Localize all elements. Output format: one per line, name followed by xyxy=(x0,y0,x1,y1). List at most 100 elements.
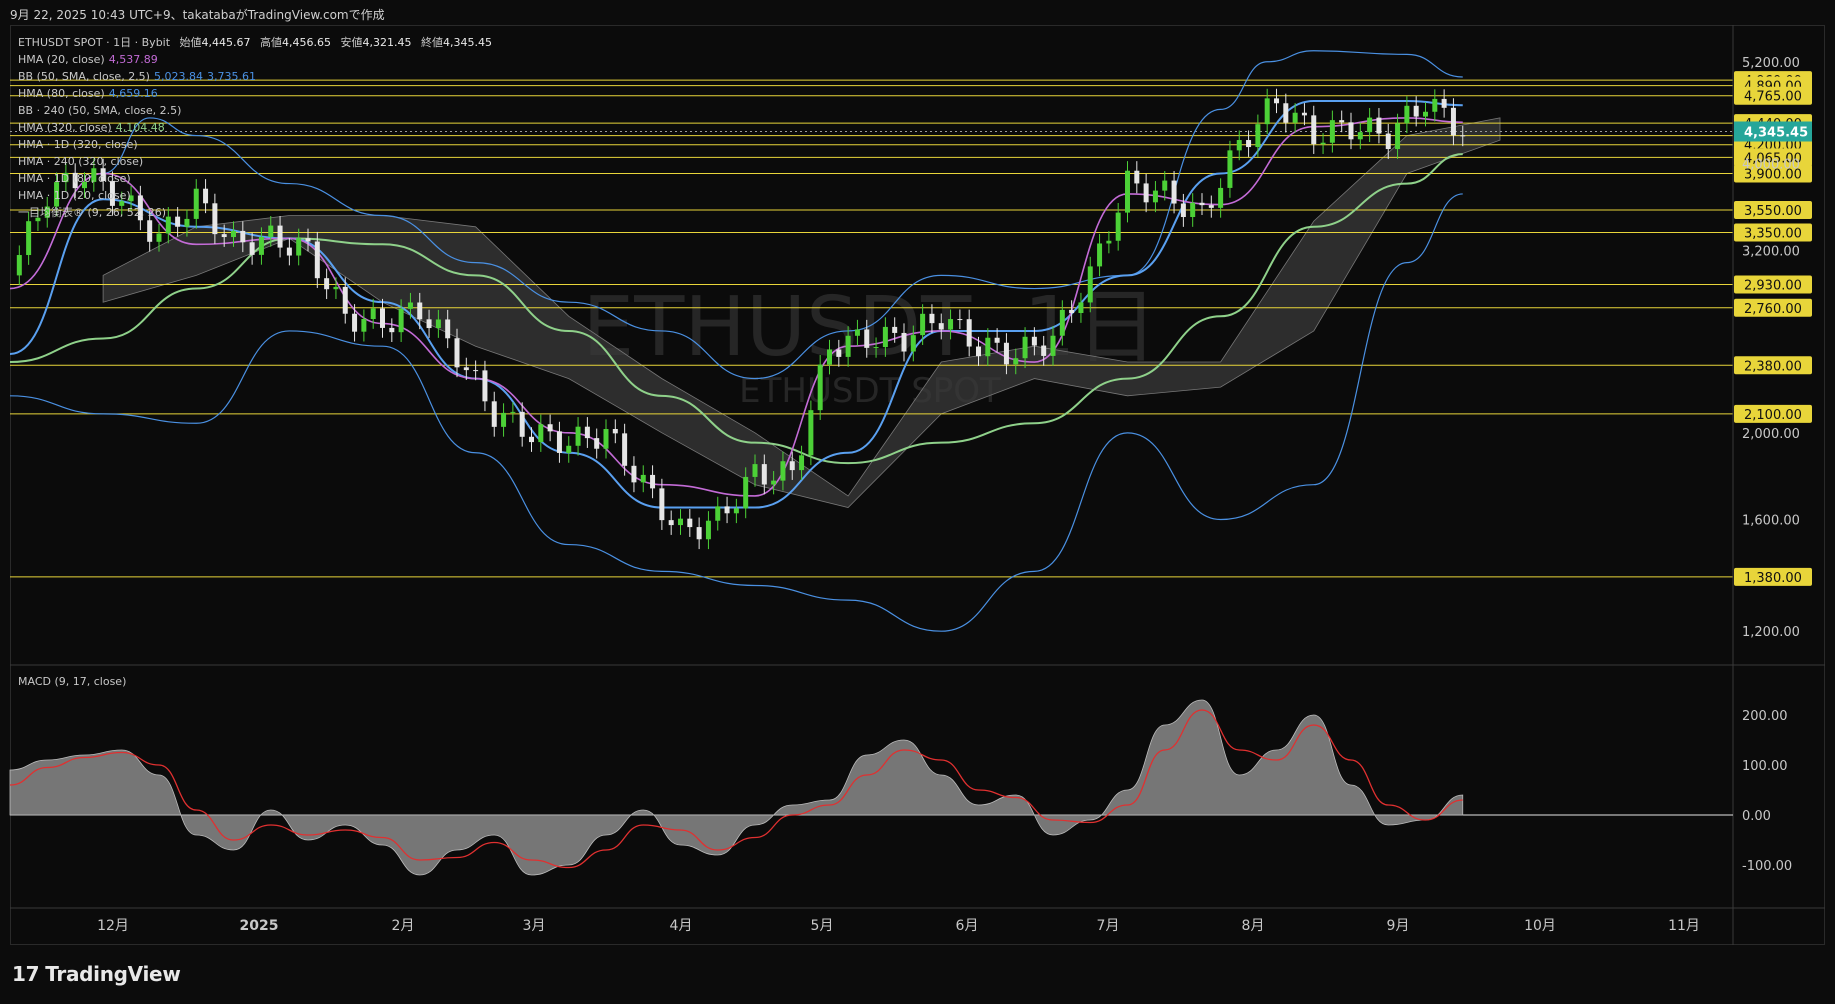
candle-body xyxy=(1078,302,1084,314)
candle-body xyxy=(622,433,628,466)
legend: ETHUSDT SPOT · 1日 · Bybit 始値4,445.67 高値4… xyxy=(18,34,492,221)
candle-body xyxy=(1460,135,1466,137)
candle-body xyxy=(361,319,367,332)
candle-body xyxy=(1441,98,1447,108)
candle-body xyxy=(705,520,711,540)
candle-body xyxy=(1329,120,1335,143)
candle-body xyxy=(1311,115,1317,145)
candle-body xyxy=(445,319,451,339)
candle-body xyxy=(901,332,907,352)
legend-indicator-name: HMA (20, close) xyxy=(18,53,105,66)
price-tick-label: 3,200.00 xyxy=(1742,244,1800,259)
candle-body xyxy=(640,474,646,483)
macd-area xyxy=(9,699,1464,876)
candle-body xyxy=(529,436,534,443)
legend-indicator-row[interactable]: HMA (320, close) 4,104.48 xyxy=(18,119,492,136)
candle-body xyxy=(538,424,544,443)
candle-body xyxy=(1069,309,1075,314)
level-label: 1,380.00 xyxy=(1744,571,1802,586)
candle-body xyxy=(510,411,516,413)
legend-indicator-row[interactable]: HMA · 1D (80, close) xyxy=(18,170,492,187)
candle-body xyxy=(780,461,786,481)
time-tick-label: 11月 xyxy=(1668,918,1700,934)
legend-indicator-row[interactable]: BB (50, SMA, close, 2.5) 5,023.84 3,735.61 xyxy=(18,68,492,85)
candle-body xyxy=(1376,117,1382,134)
candle-body xyxy=(240,230,246,243)
candle-body xyxy=(1171,180,1177,204)
legend-indicator-row[interactable]: 一目均衡表® (9, 26, 52, 26) xyxy=(18,204,492,221)
macd-tick-label: 200.00 xyxy=(1742,709,1788,724)
logo-text: TradingView xyxy=(45,962,181,986)
candle-body xyxy=(948,319,954,330)
candle-body xyxy=(920,313,926,336)
legend-indicator-name: HMA (80, close) xyxy=(18,87,105,100)
candle-body xyxy=(296,238,302,256)
candle-body xyxy=(1125,170,1130,213)
legend-ohlc-label: 高値 xyxy=(256,36,283,49)
candle-body xyxy=(882,326,888,348)
candle-body xyxy=(519,411,525,437)
level-label: 3,550.00 xyxy=(1744,204,1802,219)
candle-body xyxy=(827,349,832,365)
candle-body xyxy=(1199,202,1205,206)
candle-body xyxy=(1013,358,1019,365)
legend-symbol: ETHUSDT SPOT · 1日 · Bybit xyxy=(18,36,171,49)
candle-body xyxy=(1059,309,1065,336)
legend-indicator-row[interactable]: HMA · 1D (320, close) xyxy=(18,136,492,153)
legend-indicator-name: HMA · 1D (320, close) xyxy=(18,138,138,151)
candle-body xyxy=(156,233,162,242)
candle-body xyxy=(1357,132,1363,140)
candle-body xyxy=(1246,140,1252,148)
macd-label: MACD (9, 17, close) xyxy=(18,675,127,688)
candle-body xyxy=(938,323,944,330)
candle-body xyxy=(743,476,749,509)
level-label: 4,765.00 xyxy=(1744,90,1802,105)
legend-indicator-row[interactable]: HMA (80, close) 4,659.16 xyxy=(18,85,492,102)
candle-body xyxy=(1423,111,1428,117)
candle-body xyxy=(696,527,702,540)
candle-body xyxy=(352,313,358,332)
level-label: 2,380.00 xyxy=(1744,359,1802,374)
candle-body xyxy=(333,286,339,290)
candle-body xyxy=(733,508,739,514)
legend-indicator-name: HMA · 240 (320, close) xyxy=(18,155,144,168)
candle-body xyxy=(426,319,432,329)
candle-body xyxy=(957,319,963,321)
legend-indicators: HMA (20, close) 4,537.89 BB (50, SMA, clos… xyxy=(18,51,492,221)
candle-body xyxy=(463,367,469,371)
candle-body xyxy=(342,286,348,314)
candle-body xyxy=(482,370,488,402)
candle-body xyxy=(1292,112,1298,123)
legend-indicator-name: BB (50, SMA, close, 2.5) xyxy=(18,70,150,83)
legend-indicator-row[interactable]: HMA · 1D (20, close) xyxy=(18,187,492,204)
legend-indicator-value: 4,537.89 xyxy=(108,53,158,66)
macd-tick-label: 100.00 xyxy=(1742,759,1788,774)
legend-ohlc-value: 4,445.67 xyxy=(201,36,251,49)
candle-body xyxy=(929,313,935,324)
candle-body xyxy=(724,506,730,514)
candle-body xyxy=(845,335,851,357)
candle-body xyxy=(985,337,991,357)
candle-body xyxy=(910,335,916,352)
candle-body xyxy=(864,329,870,348)
candle-body xyxy=(324,278,330,290)
legend-ohlc: 始値4,445.67 高値4,456.65 安値4,321.45 終値4,345… xyxy=(174,36,492,49)
level-label: 2,100.00 xyxy=(1744,408,1802,423)
legend-indicator-row[interactable]: HMA · 240 (320, close) xyxy=(18,153,492,170)
last-price-label: 4,345.45 xyxy=(1744,125,1808,140)
candle-body xyxy=(1320,142,1326,145)
legend-indicator-row[interactable]: BB · 240 (50, SMA, close, 2.5) xyxy=(18,102,492,119)
candle-body xyxy=(659,488,665,521)
legend-ohlc-value: 4,345.45 xyxy=(443,36,492,49)
price-tick-label: 4,000.00 xyxy=(1742,158,1800,173)
candle-body xyxy=(16,255,22,276)
price-tick-label: 1,200.00 xyxy=(1742,625,1800,640)
legend-ohlc-value: 4,456.65 xyxy=(282,36,332,49)
candle-body xyxy=(1218,187,1224,208)
candle-body xyxy=(752,464,758,477)
candle-body xyxy=(1208,205,1214,208)
candle-body xyxy=(435,319,441,329)
candle-body xyxy=(1097,243,1103,267)
legend-indicator-row[interactable]: HMA (20, close) 4,537.89 xyxy=(18,51,492,68)
candle-body xyxy=(1143,183,1149,203)
